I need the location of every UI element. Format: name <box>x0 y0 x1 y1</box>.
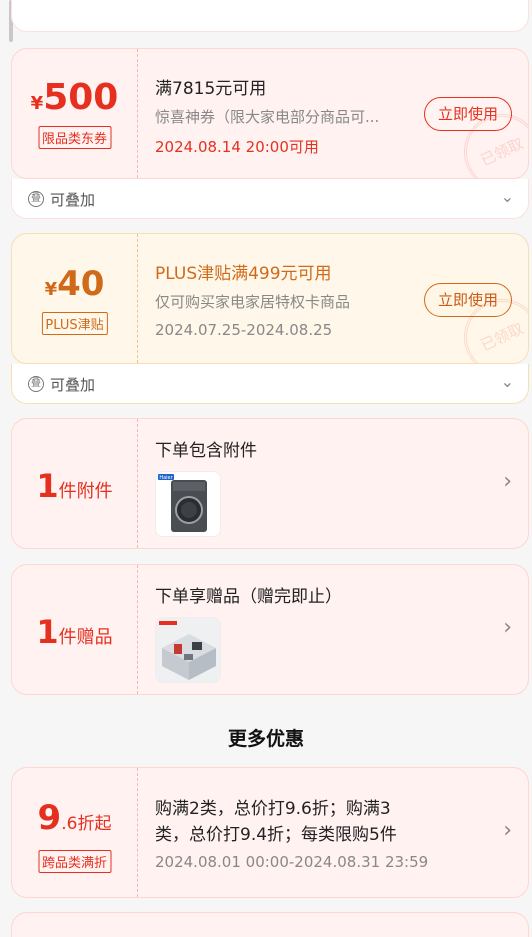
accessory-card[interactable]: 1件附件 下单包含附件 Haier › <box>11 418 529 549</box>
discount-rule-line2: 类，总价打9.4折；每类限购5件 <box>155 825 397 845</box>
coupon-type-tag: 限品类东券 <box>37 126 112 149</box>
discount-date: 2024.08.01 00:00-2024.08.31 23:59 <box>155 853 429 871</box>
partial-card-top <box>11 0 529 32</box>
accessory-info: 下单包含附件 Haier <box>155 419 528 548</box>
gift-count-area: 1件赠品 <box>12 565 138 694</box>
washing-machine-thumbnail[interactable]: Haier <box>155 471 221 537</box>
more-offers-heading: 更多优惠 <box>227 728 304 750</box>
coupon-date: 2024.07.25-2024.08.25 <box>155 321 333 339</box>
accessory-count-area: 1件附件 <box>12 419 138 548</box>
gift-count: 1件赠品 <box>36 613 113 651</box>
chevron-down-icon[interactable]: ⌄ <box>501 372 514 391</box>
stackable-row[interactable]: 叠 可叠加 ⌄ <box>11 179 529 219</box>
stack-icon: 叠 <box>28 191 44 207</box>
coupon-amount-area: ¥500 限品类东券 <box>12 49 138 178</box>
coupon-list-page: ¥500 限品类东券 满7815元可用 惊喜神券（限大家电部分商品可... 20… <box>0 0 532 937</box>
chevron-right-icon[interactable]: › <box>503 615 512 640</box>
stackable-label: 可叠加 <box>50 191 96 209</box>
discount-card[interactable]: 9.6折起 跨品类满折 购满2类，总价打9.6折；购满3 类，总价打9.4折；每… <box>11 767 529 898</box>
coupon-card-1: ¥500 限品类东券 满7815元可用 惊喜神券（限大家电部分商品可... 20… <box>11 48 529 179</box>
coupon-date: 2024.08.14 20:00可用 <box>155 138 319 156</box>
coupon-amount: ¥500 <box>30 77 119 118</box>
coupon-desc: 仅可购买家电家居特权卡商品 <box>155 293 351 311</box>
coupon-type-tag: PLUS津贴 <box>41 312 108 335</box>
discount-type-tag: 跨品类满折 <box>37 850 112 873</box>
accessory-count: 1件附件 <box>36 467 113 505</box>
coupon-amount: ¥40 <box>44 264 105 304</box>
chevron-right-icon[interactable]: › <box>503 469 512 494</box>
discount-rate: 9.6折起 <box>37 798 112 838</box>
chevron-right-icon[interactable]: › <box>503 818 512 843</box>
gift-card[interactable]: 1件赠品 下单享赠品（赠完即止） › <box>11 564 529 695</box>
chevron-down-icon[interactable]: ⌄ <box>501 187 514 206</box>
coupon-amount-area: ¥40 PLUS津贴 <box>12 234 138 363</box>
stackable-label: 可叠加 <box>50 376 96 394</box>
coupon-title: 满7815元可用 <box>155 79 267 99</box>
discount-rule-line1: 购满2类，总价打9.6折；购满3 <box>155 799 391 819</box>
partial-card-bottom <box>11 912 529 937</box>
discount-info: 购满2类，总价打9.6折；购满3 类，总价打9.4折；每类限购5件 2024.0… <box>155 768 528 897</box>
gift-thumbnail[interactable] <box>155 617 221 683</box>
discount-area: 9.6折起 跨品类满折 <box>12 768 138 897</box>
accessory-title: 下单包含附件 <box>155 441 257 461</box>
gift-title: 下单享赠品（赠完即止） <box>155 587 342 607</box>
coupon-title: PLUS津贴满499元可用 <box>155 264 332 284</box>
stack-icon: 叠 <box>28 376 44 392</box>
coupon-card-2: ¥40 PLUS津贴 PLUS津贴满499元可用 仅可购买家电家居特权卡商品 2… <box>11 233 529 364</box>
stackable-row[interactable]: 叠 可叠加 ⌄ <box>11 364 529 404</box>
gift-info: 下单享赠品（赠完即止） <box>155 565 528 694</box>
svg-text:Haier: Haier <box>159 475 173 481</box>
coupon-desc: 惊喜神券（限大家电部分商品可... <box>155 108 380 126</box>
